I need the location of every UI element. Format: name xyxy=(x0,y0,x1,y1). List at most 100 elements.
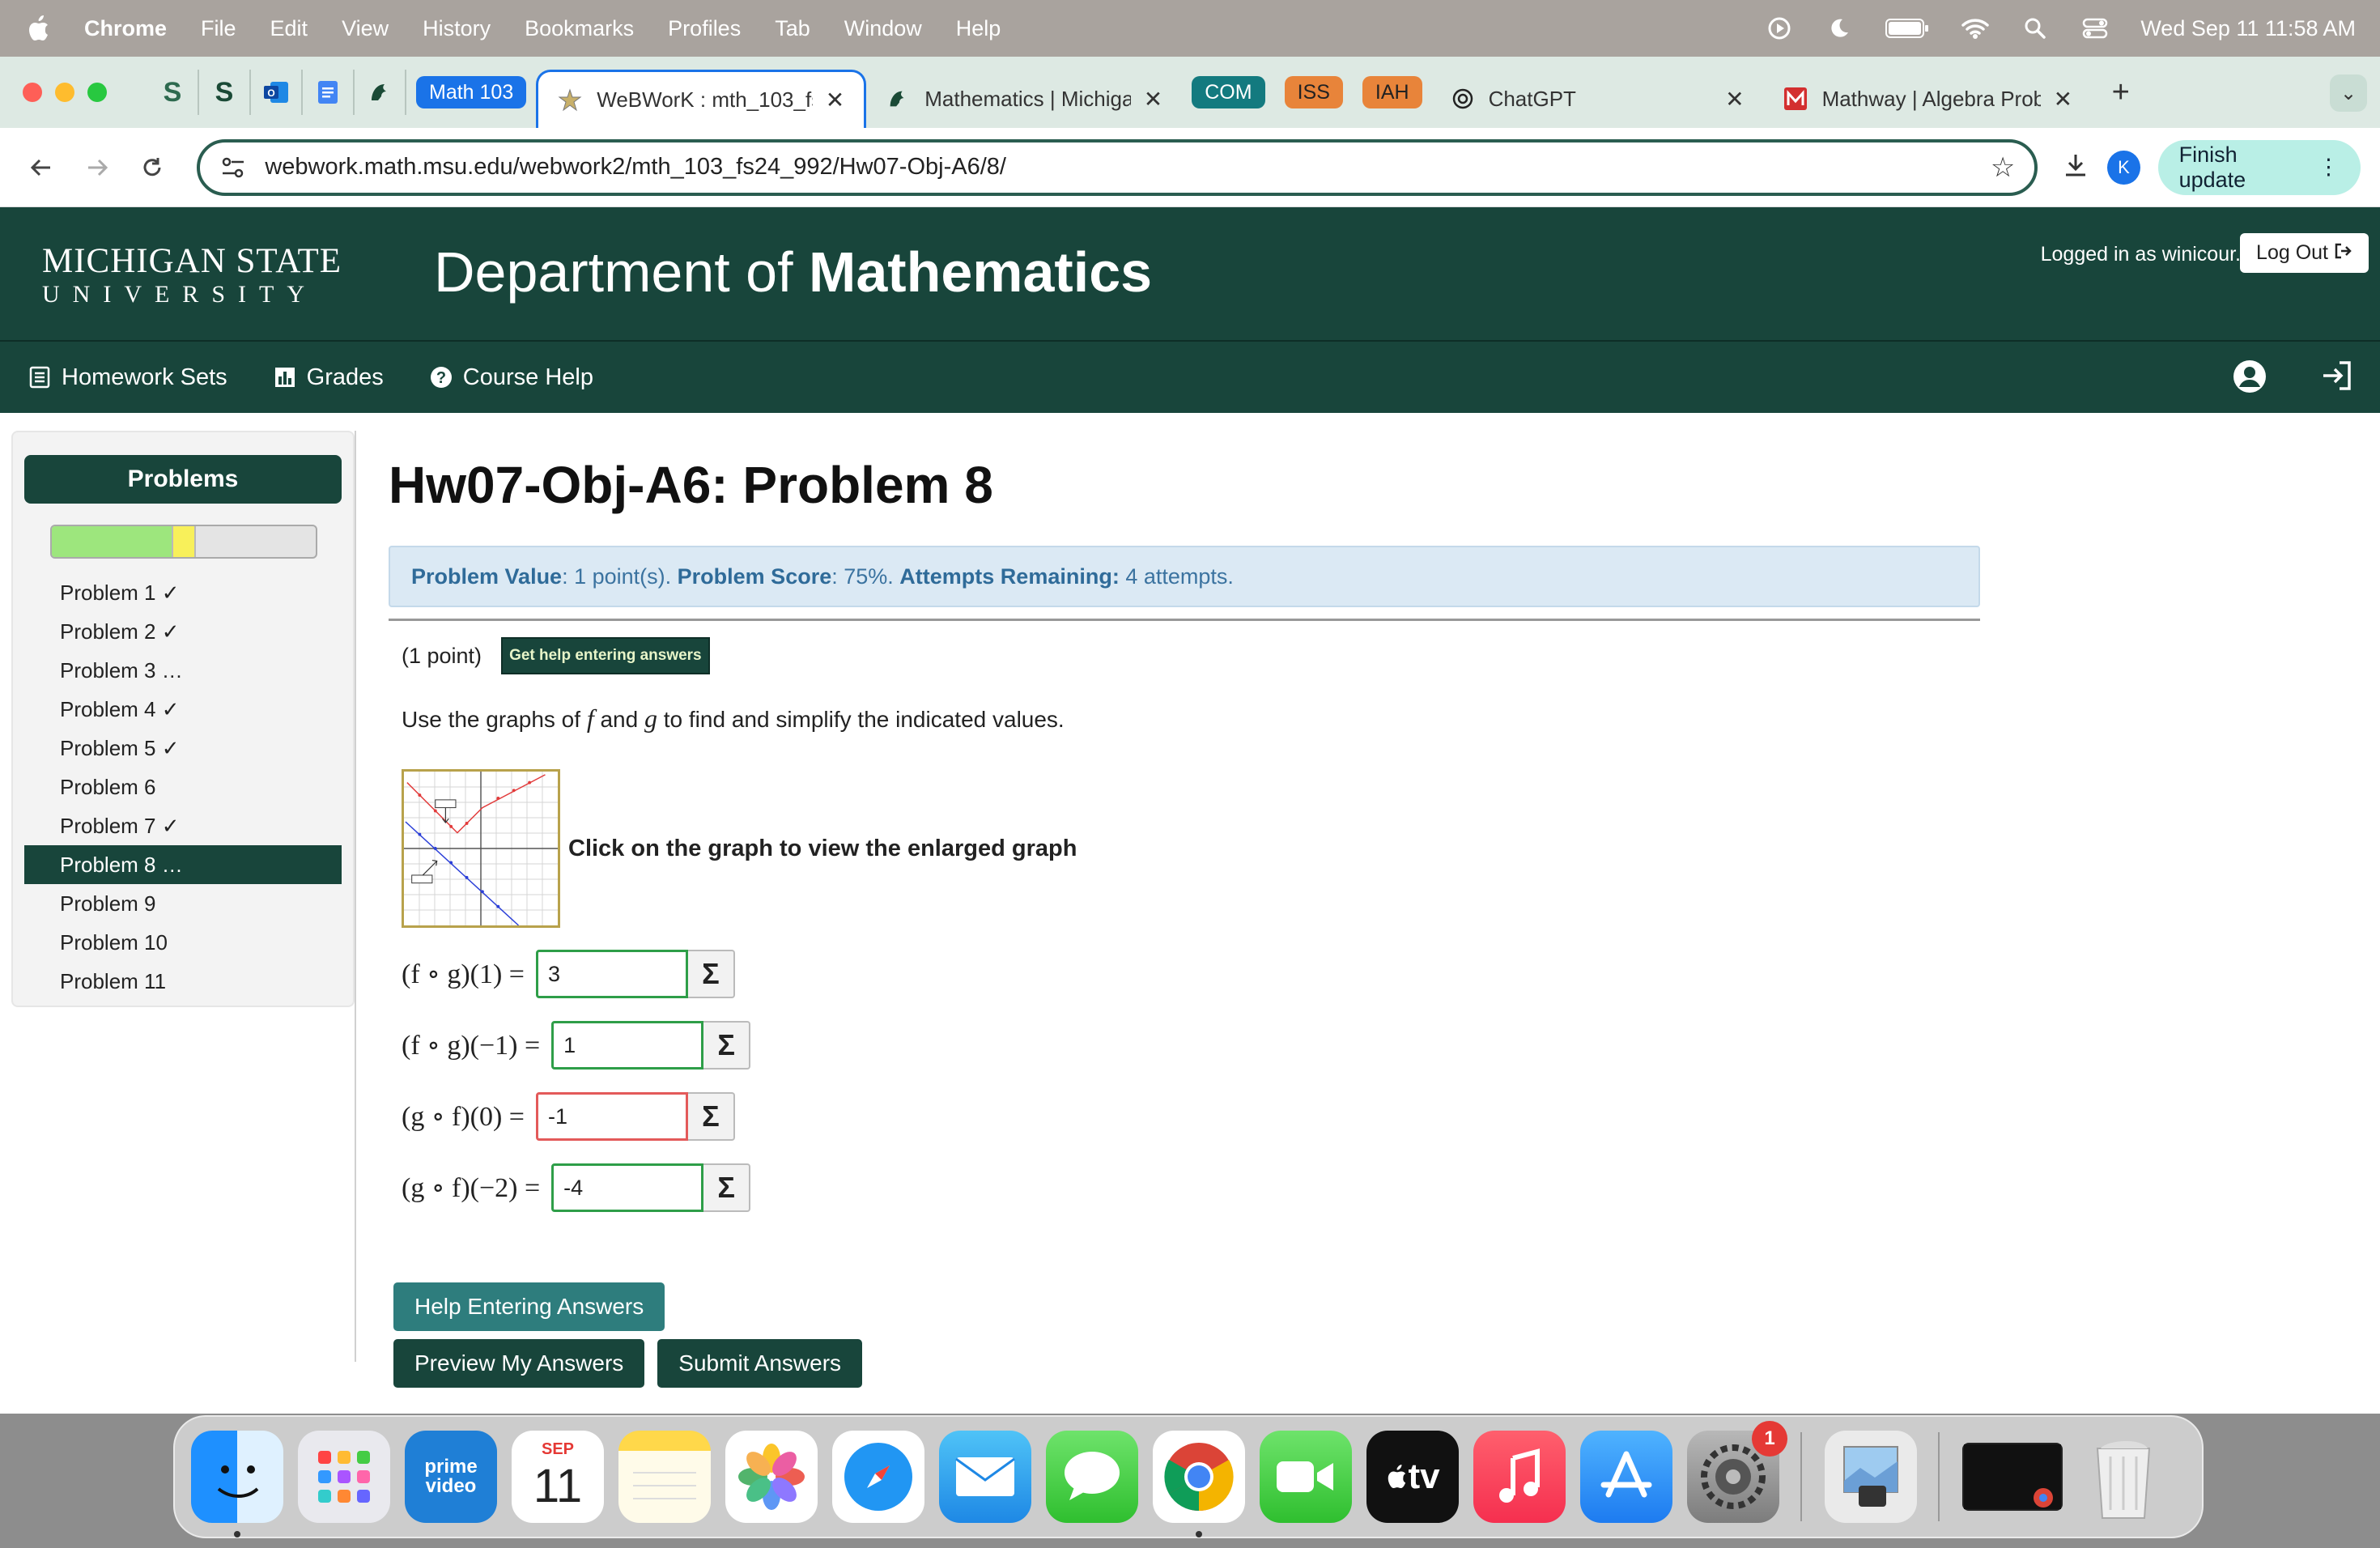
nav-grades[interactable]: Grades xyxy=(273,364,384,391)
new-tab-icon[interactable]: + xyxy=(2112,75,2130,110)
mail-icon[interactable] xyxy=(939,1431,1031,1523)
pinned-tab-docs-icon[interactable] xyxy=(303,70,355,115)
nav-course-help[interactable]: ? Course Help xyxy=(429,364,593,391)
launchpad-icon[interactable] xyxy=(298,1431,390,1523)
nav-homework-sets[interactable]: Homework Sets xyxy=(28,364,227,391)
site-info-icon[interactable] xyxy=(219,154,247,181)
apple-menu-icon[interactable] xyxy=(24,12,52,45)
tab-group-math-103[interactable]: Math 103 xyxy=(416,76,527,108)
problem-link-6[interactable]: Problem 6 xyxy=(24,768,342,806)
app-store-icon[interactable] xyxy=(1580,1431,1672,1523)
answer-input-4[interactable]: -4 xyxy=(551,1163,704,1212)
equation-editor-sigma-icon[interactable]: Σ xyxy=(703,1163,751,1212)
facetime-icon[interactable] xyxy=(1260,1431,1352,1523)
chrome-icon[interactable] xyxy=(1153,1431,1245,1537)
problem-link-11[interactable]: Problem 11 xyxy=(24,962,342,1001)
close-tab-icon[interactable]: ✕ xyxy=(1144,86,1162,113)
menu-window[interactable]: Window xyxy=(844,16,922,41)
help-entering-answers-button[interactable]: Help Entering Answers xyxy=(393,1282,665,1331)
messages-icon[interactable] xyxy=(1046,1431,1138,1523)
problem-link-7[interactable]: Problem 7 ✓ xyxy=(24,806,342,845)
forward-arrow-icon[interactable] xyxy=(74,145,118,190)
menu-file[interactable]: File xyxy=(201,16,236,41)
minimize-window-button[interactable] xyxy=(55,83,74,102)
problem-link-8[interactable]: Problem 8 … xyxy=(24,845,342,884)
log-out-button[interactable]: Log Out xyxy=(2240,233,2369,273)
preview-answers-button[interactable]: Preview My Answers xyxy=(393,1339,645,1388)
menu-help[interactable]: Help xyxy=(956,16,1001,41)
play-icon[interactable] xyxy=(1765,14,1794,43)
close-tab-icon[interactable]: ✕ xyxy=(1725,86,1744,113)
reload-icon[interactable] xyxy=(130,145,174,190)
close-tab-icon[interactable]: ✕ xyxy=(2054,86,2072,113)
moon-icon[interactable] xyxy=(1825,14,1854,43)
spotlight-search-icon[interactable] xyxy=(2021,14,2050,43)
safari-icon[interactable] xyxy=(832,1431,924,1523)
pinned-tab-spartan-s-icon[interactable]: S xyxy=(147,70,199,115)
finder-icon[interactable] xyxy=(191,1431,283,1537)
help-entering-answers-link[interactable]: Get help entering answers xyxy=(501,637,710,674)
menu-history[interactable]: History xyxy=(423,16,491,41)
tab-group-iss[interactable]: ISS xyxy=(1284,76,1343,108)
menu-app-name[interactable]: Chrome xyxy=(84,16,167,41)
close-tab-icon[interactable]: ✕ xyxy=(826,87,844,113)
problem-link-4[interactable]: Problem 4 ✓ xyxy=(24,690,342,729)
menubar-clock[interactable]: Wed Sep 11 11:58 AM xyxy=(2140,16,2356,41)
answer-input-1[interactable]: 3 xyxy=(535,950,688,998)
prime-video-icon[interactable]: prime video xyxy=(405,1431,497,1523)
system-settings-icon[interactable]: 1 xyxy=(1687,1421,1787,1523)
finish-update-button[interactable]: Finish update ⋮ xyxy=(2157,139,2361,195)
problem-link-2[interactable]: Problem 2 ✓ xyxy=(24,612,342,651)
tab-group-com[interactable]: COM xyxy=(1192,76,1265,108)
problem-link-1[interactable]: Problem 1 ✓ xyxy=(24,573,342,612)
graph-thumbnail[interactable] xyxy=(402,769,560,928)
problem-link-5[interactable]: Problem 5 ✓ xyxy=(24,729,342,768)
exit-icon[interactable] xyxy=(2320,359,2352,400)
tab-search-chevron-icon[interactable]: ⌄ xyxy=(2330,74,2367,112)
download-icon[interactable] xyxy=(2062,151,2089,183)
answer-input-2[interactable]: 1 xyxy=(551,1021,704,1070)
problem-link-3[interactable]: Problem 3 … xyxy=(24,651,342,690)
menu-edit[interactable]: Edit xyxy=(270,16,308,41)
department-title: Department of Mathematics xyxy=(434,240,1152,304)
close-window-button[interactable] xyxy=(23,83,42,102)
calendar-icon[interactable]: SEP 11 xyxy=(512,1431,604,1523)
music-icon[interactable] xyxy=(1473,1431,1566,1523)
apple-tv-icon[interactable]: tv xyxy=(1366,1431,1459,1523)
profile-avatar[interactable]: K xyxy=(2107,150,2140,185)
equation-editor-sigma-icon[interactable]: Σ xyxy=(703,1021,751,1070)
notes-icon[interactable] xyxy=(618,1431,711,1523)
trash-icon[interactable] xyxy=(2077,1431,2170,1523)
tab-group-iah[interactable]: IAH xyxy=(1362,76,1422,108)
pinned-tab-outlook-icon[interactable]: O xyxy=(251,70,303,115)
equation-editor-sigma-icon[interactable]: Σ xyxy=(687,950,735,998)
problem-link-9[interactable]: Problem 9 xyxy=(24,884,342,923)
screen-recording-thumbnail[interactable] xyxy=(1962,1443,2063,1511)
tab-chatgpt[interactable]: ChatGPT ✕ xyxy=(1432,70,1764,128)
tab-mathway[interactable]: Mathway | Algebra Prob ✕ xyxy=(1764,70,2096,128)
problem-link-10[interactable]: Problem 10 xyxy=(24,923,342,962)
menu-profiles[interactable]: Profiles xyxy=(668,16,741,41)
zoom-window-button[interactable] xyxy=(87,83,107,102)
answer-input-3[interactable]: -1 xyxy=(535,1092,688,1141)
equation-editor-sigma-icon[interactable]: Σ xyxy=(687,1092,735,1141)
menu-tab[interactable]: Tab xyxy=(775,16,810,41)
address-bar[interactable]: webwork.math.msu.edu/webwork2/mth_103_fs… xyxy=(197,138,2038,196)
photos-icon[interactable] xyxy=(725,1431,818,1523)
back-arrow-icon[interactable] xyxy=(19,145,63,190)
menu-view[interactable]: View xyxy=(342,16,389,41)
submit-answers-button[interactable]: Submit Answers xyxy=(657,1339,863,1388)
wifi-icon[interactable] xyxy=(1961,14,1990,43)
tab-webwork[interactable]: WeBWorK : mth_103_fs ✕ xyxy=(536,70,867,128)
user-account-icon[interactable] xyxy=(2233,359,2267,400)
url-text[interactable]: webwork.math.msu.edu/webwork2/mth_103_fs… xyxy=(265,154,1991,181)
bookmark-star-icon[interactable]: ☆ xyxy=(1991,151,2015,184)
menu-bookmarks[interactable]: Bookmarks xyxy=(525,16,634,41)
preview-icon[interactable] xyxy=(1825,1431,1917,1523)
msu-logo[interactable]: MICHIGAN STATE UNIVERSITY xyxy=(42,241,342,308)
control-center-icon[interactable] xyxy=(2080,14,2110,43)
battery-icon[interactable] xyxy=(1885,14,1930,43)
tab-math-department[interactable]: Mathematics | Michigan ✕ xyxy=(866,70,1182,128)
pinned-tab-spartan-s-icon[interactable]: S xyxy=(199,70,251,115)
pinned-tab-spartan-head-icon[interactable] xyxy=(355,70,406,115)
